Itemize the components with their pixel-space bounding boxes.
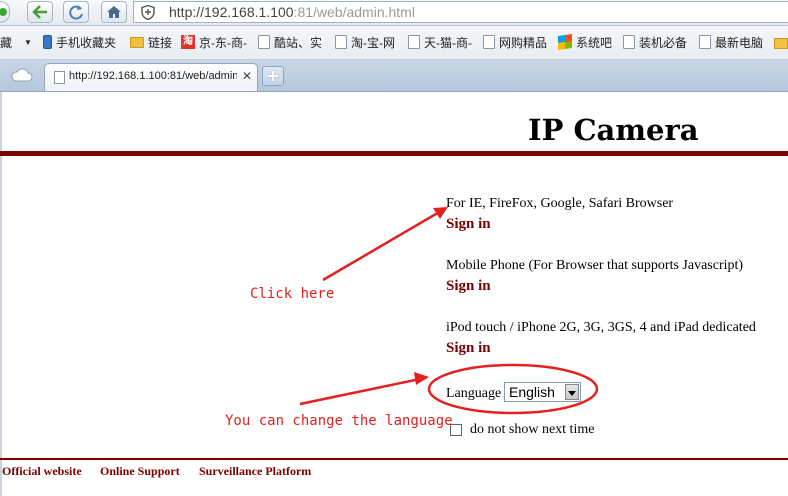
home-icon bbox=[107, 6, 121, 18]
back-button[interactable] bbox=[27, 1, 53, 23]
browser-navbar: http://192.168.1.100:81/web/admin.html bbox=[0, 0, 788, 26]
footer-link-platform[interactable]: Surveillance Platform bbox=[199, 464, 311, 479]
address-bar[interactable]: http://192.168.1.100:81/web/admin.html bbox=[133, 1, 788, 23]
language-label: Language bbox=[446, 386, 502, 401]
bookmark-latest-pc[interactable]: 最新电脑 bbox=[699, 34, 763, 50]
bookmark-shopping[interactable]: 网购精品 bbox=[483, 34, 547, 50]
browser-section-text: For IE, FireFox, Google, Safari Browser bbox=[446, 196, 674, 211]
page-icon bbox=[408, 35, 420, 49]
language-value: English bbox=[509, 384, 555, 400]
footer-link-official[interactable]: Official website bbox=[2, 464, 82, 479]
phone-icon bbox=[43, 35, 52, 49]
annotation-arrow-language bbox=[299, 372, 429, 406]
dont-show-label: do not show next time bbox=[470, 422, 595, 437]
close-icon[interactable]: ✕ bbox=[242, 69, 252, 83]
mobile-section-text: Mobile Phone (For Browser that supports … bbox=[446, 258, 744, 273]
new-tab-button[interactable]: + bbox=[262, 66, 284, 86]
url-text: http://192.168.1.100:81/web/admin.html bbox=[169, 4, 415, 20]
sign-in-link-desktop[interactable]: Sign in bbox=[446, 216, 491, 233]
bookmark-essentials[interactable]: 装机必备 bbox=[623, 34, 687, 50]
folder-icon bbox=[130, 36, 144, 48]
footer-divider bbox=[0, 458, 788, 460]
change-language-annotation: You can change the language bbox=[225, 413, 453, 429]
refresh-button[interactable] bbox=[63, 1, 89, 23]
bookmark-cool-sites[interactable]: 酷站、实 bbox=[258, 34, 322, 50]
cloud-icon[interactable] bbox=[11, 68, 33, 82]
page-icon bbox=[699, 35, 711, 49]
bookmark-system[interactable]: 系统吧 bbox=[558, 34, 612, 50]
browser-menu-button[interactable] bbox=[0, 1, 10, 23]
header-divider bbox=[0, 151, 788, 156]
bookmark-jd[interactable]: 淘京-东-商- bbox=[181, 34, 247, 50]
page-icon bbox=[483, 35, 495, 49]
page-title: IP Camera bbox=[528, 113, 699, 147]
home-button[interactable] bbox=[101, 1, 127, 23]
bookmark-tmall[interactable]: 天-猫-商- bbox=[408, 34, 472, 50]
click-here-annotation: Click here bbox=[250, 286, 335, 302]
page-icon bbox=[623, 35, 635, 49]
sign-in-link-ipod[interactable]: Sign in bbox=[446, 340, 491, 357]
taobao-icon: 淘 bbox=[181, 35, 195, 49]
favorites-bar: 藏 ▼ 手机收藏夹 链接 淘京-东-商- 酷站、实 淘-宝-网 天-猫-商- 网购… bbox=[0, 26, 788, 60]
bookmark-links[interactable]: 链接 bbox=[130, 34, 172, 50]
refresh-icon bbox=[69, 5, 83, 20]
back-arrow-icon bbox=[32, 5, 47, 19]
language-select[interactable]: English bbox=[504, 382, 581, 402]
dropdown-arrow-icon[interactable] bbox=[565, 384, 579, 400]
tab-title: http://192.168.1.100:81/web/admin.html bbox=[69, 70, 237, 82]
tab-admin-page[interactable]: http://192.168.1.100:81/web/admin.html ✕ bbox=[44, 63, 258, 91]
windows-icon bbox=[558, 34, 572, 50]
chevron-down-icon: ▼ bbox=[24, 37, 32, 47]
favorites-item[interactable]: 藏 ▼ bbox=[0, 34, 32, 50]
tab-bar: http://192.168.1.100:81/web/admin.html ✕… bbox=[0, 60, 788, 92]
security-shield-icon bbox=[141, 5, 155, 20]
ipod-section-text: iPod touch / iPhone 2G, 3G, 3GS, 4 and i… bbox=[446, 320, 756, 335]
page-icon bbox=[335, 35, 347, 49]
page-icon bbox=[54, 71, 65, 84]
bookmark-mobile-favorites[interactable]: 手机收藏夹 bbox=[43, 34, 116, 50]
footer-link-support[interactable]: Online Support bbox=[100, 464, 180, 479]
annotation-arrow-click-here bbox=[322, 207, 448, 282]
browser-logo-icon bbox=[0, 8, 7, 16]
folder-icon[interactable] bbox=[774, 38, 788, 49]
sign-in-link-mobile[interactable]: Sign in bbox=[446, 278, 491, 295]
page-icon bbox=[258, 35, 270, 49]
bookmark-taobao[interactable]: 淘-宝-网 bbox=[335, 34, 395, 50]
